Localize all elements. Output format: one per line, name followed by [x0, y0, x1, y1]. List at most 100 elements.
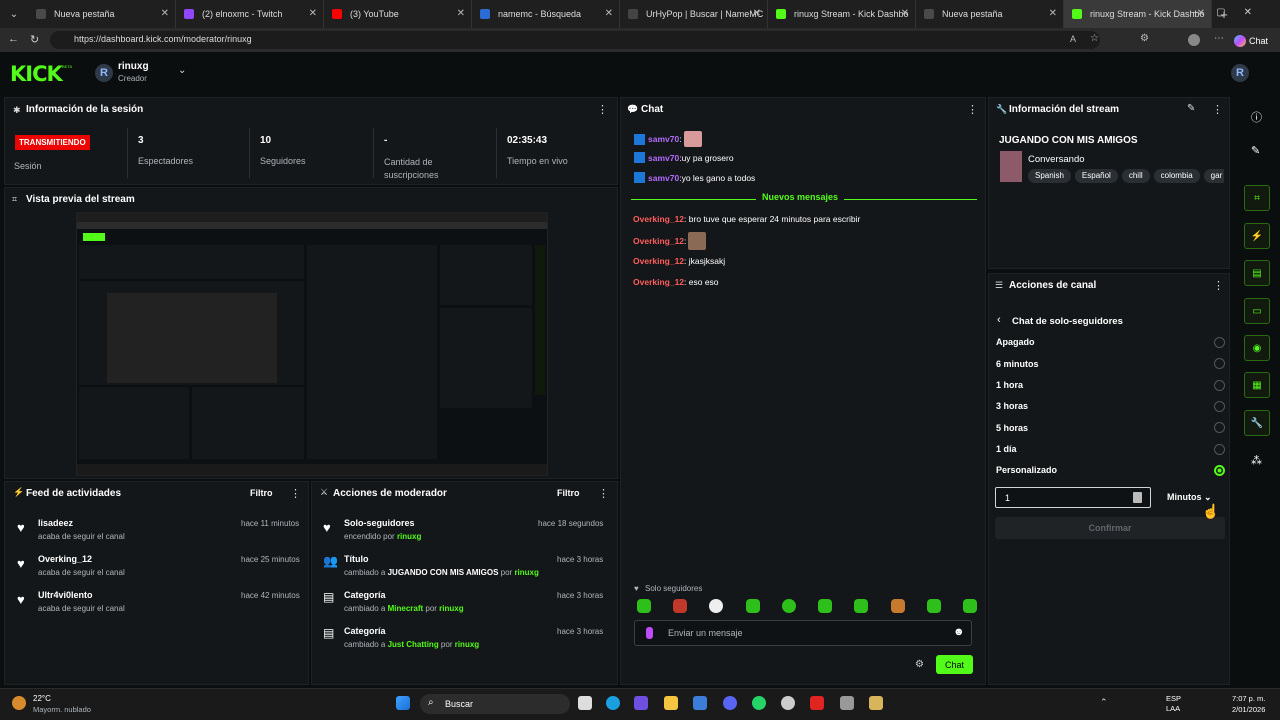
app-icon[interactable]	[869, 696, 883, 710]
edit-icon[interactable]: ✎	[1251, 144, 1260, 157]
close-icon[interactable]: ✕	[753, 8, 761, 19]
radio-3h[interactable]	[1214, 401, 1225, 412]
tag[interactable]: gar	[1203, 169, 1224, 183]
tab-list-icon[interactable]: ⌄	[0, 9, 28, 20]
taskbar-search[interactable]: ⌕ Buscar	[420, 694, 570, 714]
more-icon[interactable]: ⋮	[1213, 279, 1224, 292]
more-icon[interactable]: ⋮	[290, 487, 301, 500]
filter-button[interactable]: Filtro	[557, 488, 580, 498]
category-name[interactable]: Conversando	[1028, 154, 1085, 165]
option-label[interactable]: 6 minutos	[996, 359, 1039, 369]
send-chat-button[interactable]: Chat	[936, 655, 973, 674]
custom-duration-input[interactable]: 1	[995, 487, 1151, 508]
feed-user[interactable]: Ultr4vi0lento	[38, 590, 93, 600]
reload-icon[interactable]: ↻	[30, 33, 39, 46]
radio-1d[interactable]	[1214, 444, 1225, 455]
browser-tab[interactable]: namemc - Búsqueda ✕	[472, 0, 620, 28]
app-icon[interactable]	[810, 696, 824, 710]
emote-icon[interactable]	[962, 599, 977, 613]
filter-button[interactable]: Filtro	[250, 488, 273, 498]
microphone-icon[interactable]	[646, 627, 653, 639]
chat-username[interactable]: Overking_12	[633, 277, 684, 287]
browser-tab[interactable]: UrHyPop | Buscar | NameMC ✕	[620, 0, 768, 28]
action-target[interactable]: rinuxg	[439, 604, 463, 613]
browser-tab-active[interactable]: rinuxg Stream - Kick Dashbo ✕	[1064, 0, 1212, 28]
back-icon[interactable]: ←	[8, 33, 19, 45]
confirm-button[interactable]: Confirmar	[995, 517, 1225, 539]
profile-avatar[interactable]	[1188, 34, 1200, 46]
avatar[interactable]: R	[95, 64, 113, 82]
close-icon[interactable]: ✕	[457, 8, 465, 19]
radio-5h[interactable]	[1214, 422, 1225, 433]
crop-icon[interactable]: ⌗	[1244, 185, 1270, 211]
chat-username[interactable]: samv70	[648, 153, 679, 163]
more-icon[interactable]: ⋮	[1212, 103, 1223, 116]
close-icon[interactable]: ✕	[605, 8, 613, 19]
emote-icon[interactable]	[673, 599, 688, 613]
browser-tab[interactable]: rinuxg Stream - Kick Dashbo ✕	[768, 0, 916, 28]
bolt-icon[interactable]: ⚡	[1244, 223, 1270, 249]
option-label[interactable]: Personalizado	[996, 465, 1057, 475]
option-label[interactable]: 3 horas	[996, 401, 1028, 411]
language-layout[interactable]: LAA	[1166, 704, 1180, 713]
whatsapp-icon[interactable]	[752, 696, 766, 710]
edge-icon[interactable]	[606, 696, 620, 710]
community-icon[interactable]: ⁂	[1251, 454, 1262, 467]
layout-icon[interactable]: ▦	[1244, 372, 1270, 398]
chat-input[interactable]: Enviar un mensaje ☻	[634, 620, 972, 646]
stream-video[interactable]	[76, 212, 548, 476]
browser-tab[interactable]: (2) elnoxmc - Twitch ✕	[176, 0, 324, 28]
chat-icon[interactable]: ▭	[1244, 298, 1270, 324]
discord-icon[interactable]	[723, 696, 737, 710]
more-icon[interactable]: ⋯	[1214, 33, 1224, 44]
extensions-icon[interactable]: ⚙	[1140, 33, 1149, 44]
browser-tab[interactable]: Nueva pestaña ✕	[28, 0, 176, 28]
radio-6min[interactable]	[1214, 358, 1225, 369]
profile-avatar[interactable]: R	[1231, 64, 1249, 82]
emoji-icon[interactable]: ☻	[953, 626, 965, 638]
option-label[interactable]: 1 día	[996, 444, 1017, 454]
browser-tab[interactable]: (3) YouTube ✕	[324, 0, 472, 28]
back-chevron-icon[interactable]: ‹	[997, 314, 1001, 326]
emote-icon[interactable]	[890, 599, 905, 613]
info-icon[interactable]: ⓘ	[1251, 109, 1262, 125]
emote-icon[interactable]	[637, 599, 651, 613]
copilot-chat-button[interactable]: Chat	[1234, 33, 1268, 48]
settings-icon[interactable]: ⚙	[915, 659, 924, 670]
favorite-star-icon[interactable]: ☆	[1090, 33, 1099, 44]
tag[interactable]: colombia	[1153, 169, 1200, 183]
clipboard-icon[interactable]: ▤	[1244, 260, 1270, 286]
option-label[interactable]: 5 horas	[996, 423, 1028, 433]
radio-1h[interactable]	[1214, 380, 1225, 391]
chat-username[interactable]: samv70	[648, 173, 679, 183]
chat-username[interactable]: Overking_12	[633, 214, 684, 224]
store-icon[interactable]	[693, 696, 707, 710]
action-value[interactable]: Minecraft	[388, 604, 424, 613]
app-icon[interactable]	[634, 696, 648, 710]
tag[interactable]: chill	[1121, 169, 1150, 183]
app-icon[interactable]	[781, 696, 795, 710]
chevron-up-icon[interactable]: ⌃	[1100, 697, 1108, 708]
emote-icon[interactable]	[709, 599, 724, 613]
close-icon[interactable]: ✕	[1049, 8, 1057, 19]
emote-icon[interactable]	[781, 599, 796, 613]
browser-tab[interactable]: Nueva pestaña ✕	[916, 0, 1064, 28]
task-view-icon[interactable]	[578, 696, 592, 710]
chevron-down-icon[interactable]: ⌄	[178, 65, 186, 76]
close-icon[interactable]: ✕	[161, 8, 169, 19]
more-icon[interactable]: ⋮	[598, 487, 609, 500]
emote-icon[interactable]	[854, 599, 869, 613]
emote-icon[interactable]	[818, 599, 833, 613]
read-aloud-icon[interactable]: A	[1070, 34, 1076, 44]
more-icon[interactable]: ⋮	[967, 103, 978, 116]
tag[interactable]: Spanish	[1028, 169, 1071, 183]
feed-user[interactable]: lisadeez	[38, 518, 73, 528]
chat-username[interactable]: Overking_12	[633, 236, 684, 246]
action-target[interactable]: rinuxg	[397, 532, 421, 541]
kick-logo[interactable]: KICK	[10, 62, 63, 86]
broadcast-icon[interactable]: ◉	[1244, 335, 1270, 361]
chat-username[interactable]: Overking_12	[633, 256, 684, 266]
clock-time[interactable]: 7:07 p. m.	[1232, 694, 1265, 703]
feed-user[interactable]: Overking_12	[38, 554, 92, 564]
action-target[interactable]: rinuxg	[514, 568, 538, 577]
